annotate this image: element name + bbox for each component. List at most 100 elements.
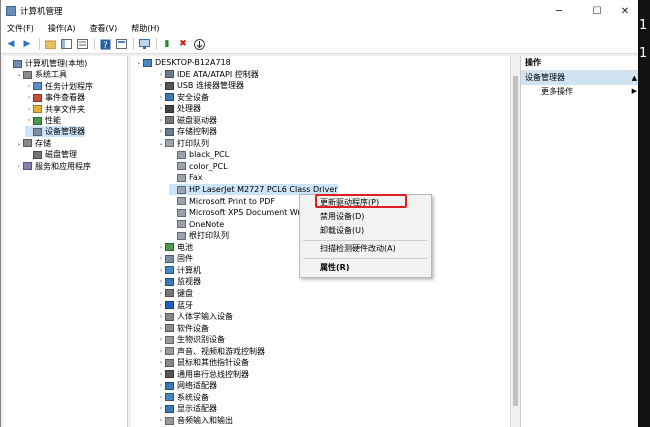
event-viewer-icon — [33, 93, 42, 102]
chevron-right-icon[interactable]: › — [157, 392, 165, 403]
actions-section-device-manager[interactable]: 设备管理器 ▲ — [521, 71, 638, 85]
device-tree-item[interactable]: color_PCL — [169, 161, 228, 172]
nav-tree-item[interactable]: ⌄ 存储 — [15, 138, 51, 149]
chevron-right-icon[interactable]: › — [157, 80, 165, 91]
device-tree-item[interactable]: Fax — [169, 172, 203, 183]
device-tree-item[interactable]: › 处理器 — [157, 103, 201, 114]
nav-tree-item[interactable]: › 事件查看器 — [25, 92, 85, 103]
device-tree-item[interactable]: › 计算机 — [157, 265, 201, 276]
chevron-right-icon[interactable]: › — [25, 92, 33, 103]
chevron-right-icon[interactable]: › — [25, 81, 33, 92]
device-tree-item[interactable]: ⌄ 打印队列 — [157, 138, 209, 149]
device-tree-item[interactable]: › 电池 — [157, 242, 193, 253]
chevron-right-icon[interactable]: › — [15, 161, 23, 172]
close-button[interactable]: ✕ — [611, 0, 638, 22]
chevron-right-icon[interactable]: › — [157, 311, 165, 322]
device-tree-item[interactable]: › 键盘 — [157, 288, 193, 299]
chevron-right-icon[interactable]: › — [157, 253, 165, 264]
device-tree-item[interactable]: › 声音、视频和游戏控制器 — [157, 346, 265, 357]
nav-tree-item[interactable]: 计算机管理(本地) — [5, 58, 87, 69]
back-arrow-icon[interactable]: ◀ — [5, 38, 17, 50]
list-view-icon[interactable] — [76, 38, 88, 50]
chevron-right-icon[interactable]: › — [157, 126, 165, 137]
ctx-disable-device[interactable]: 禁用设备(D) — [320, 211, 364, 223]
nav-tree-item[interactable]: › 性能 — [25, 115, 61, 126]
chevron-right-icon[interactable]: › — [157, 69, 165, 80]
chevron-down-icon[interactable]: ⌄ — [15, 138, 23, 149]
chevron-down-icon[interactable]: ⌄ — [15, 69, 23, 80]
chevron-right-icon[interactable]: › — [157, 403, 165, 414]
ctx-properties[interactable]: 属性(R) — [320, 262, 349, 274]
device-tree-item[interactable]: › IDE ATA/ATAPI 控制器 — [157, 69, 259, 80]
monitor-scan-icon[interactable] — [138, 38, 150, 50]
chevron-right-icon[interactable]: › — [157, 276, 165, 287]
more-actions-item[interactable]: 更多操作 ▶ — [521, 85, 638, 98]
menu-help[interactable]: 帮助(H) — [131, 23, 159, 34]
download-icon[interactable] — [193, 38, 205, 50]
ctx-scan-hardware[interactable]: 扫描检测硬件改动(A) — [320, 243, 396, 255]
uninstall-icon[interactable]: ✖ — [177, 38, 189, 50]
device-tree-item[interactable]: › 人体学输入设备 — [157, 311, 233, 322]
chevron-right-icon[interactable]: › — [157, 323, 165, 334]
device-tree-item[interactable]: › 网络适配器 — [157, 380, 217, 391]
device-tree-item[interactable]: 根打印队列 — [169, 230, 229, 241]
chevron-right-icon[interactable]: › — [157, 115, 165, 126]
menu-action[interactable]: 操作(A) — [48, 23, 76, 34]
folder-up-icon[interactable] — [44, 38, 56, 50]
nav-tree-item[interactable]: › 任务计划程序 — [25, 81, 93, 92]
device-tree-item[interactable]: › 显示适配器 — [157, 403, 217, 414]
forward-arrow-icon[interactable]: ▶ — [21, 38, 33, 50]
properties-icon[interactable] — [115, 38, 127, 50]
chevron-right-icon[interactable]: › — [157, 346, 165, 357]
device-tree-item[interactable]: › 磁盘驱动器 — [157, 115, 217, 126]
chevron-right-icon[interactable]: › — [157, 103, 165, 114]
device-tree-item[interactable]: › 安全设备 — [157, 92, 209, 103]
device-tree-item[interactable]: › 音频输入和输出 — [157, 415, 233, 426]
chevron-right-icon[interactable]: › — [157, 334, 165, 345]
device-tree-item[interactable]: Microsoft XPS Document Writer — [169, 207, 314, 218]
chevron-right-icon[interactable]: › — [157, 288, 165, 299]
device-tree-item[interactable]: › 存储控制器 — [157, 126, 217, 137]
chevron-right-icon[interactable]: › — [157, 380, 165, 391]
help-icon[interactable]: ? — [99, 38, 111, 50]
nav-tree-item[interactable]: 磁盘管理 — [25, 149, 77, 160]
chevron-right-icon[interactable]: › — [157, 92, 165, 103]
device-tree-item[interactable]: › 鼠标和其他指针设备 — [157, 357, 249, 368]
update-driver-icon[interactable]: ▮ — [161, 38, 173, 50]
menu-file[interactable]: 文件(F) — [7, 23, 34, 34]
device-tree-item[interactable]: › 蓝牙 — [157, 300, 193, 311]
chevron-right-icon[interactable]: › — [157, 357, 165, 368]
minimize-button[interactable]: ─ — [539, 0, 579, 22]
device-tree-item[interactable]: OneNote — [169, 219, 224, 230]
device-tree-item[interactable]: › 固件 — [157, 253, 193, 264]
device-tree-root[interactable]: ⌄ DESKTOP-B12A718 — [135, 57, 230, 68]
device-tree-item[interactable]: Microsoft Print to PDF — [169, 196, 275, 207]
chevron-right-icon[interactable]: › — [157, 265, 165, 276]
chevron-right-icon[interactable]: › — [25, 115, 33, 126]
nav-tree-item[interactable]: ⌄ 系统工具 — [15, 69, 67, 80]
chevron-down-icon[interactable]: ⌄ — [135, 57, 143, 68]
chevron-right-icon[interactable]: › — [157, 415, 165, 426]
device-tree-item[interactable]: › 生物识别设备 — [157, 334, 225, 345]
menu-view[interactable]: 查看(V) — [90, 23, 118, 34]
device-tree-scrollbar[interactable] — [510, 56, 520, 427]
scrollbar-thumb[interactable] — [513, 76, 518, 406]
chevron-down-icon[interactable]: ⌄ — [157, 138, 165, 149]
chevron-right-icon[interactable]: › — [157, 369, 165, 380]
nav-tree-item[interactable]: 设备管理器 — [25, 126, 85, 138]
device-tree-item[interactable]: › 系统设备 — [157, 392, 209, 403]
device-tree-item[interactable]: › 通用串行总线控制器 — [157, 369, 249, 380]
device-tree-label: Microsoft Print to PDF — [189, 196, 276, 206]
ctx-uninstall-device[interactable]: 卸载设备(U) — [320, 225, 364, 237]
device-tree-item[interactable]: › 监视器 — [157, 276, 201, 287]
chevron-right-icon[interactable]: › — [25, 104, 33, 115]
device-tree-item[interactable]: › 软件设备 — [157, 323, 209, 334]
chevron-right-icon[interactable]: › — [157, 242, 165, 253]
device-tree-item[interactable]: black_PCL — [169, 149, 229, 160]
show-hide-tree-icon[interactable] — [60, 38, 72, 50]
chevron-right-icon[interactable]: › — [157, 300, 165, 311]
device-tree-item[interactable]: › USB 连接器管理器 — [157, 80, 244, 91]
nav-tree-item[interactable]: › 共享文件夹 — [25, 104, 85, 115]
nav-tree-item[interactable]: › 服务和应用程序 — [15, 161, 91, 172]
mouse-icon — [165, 358, 174, 367]
